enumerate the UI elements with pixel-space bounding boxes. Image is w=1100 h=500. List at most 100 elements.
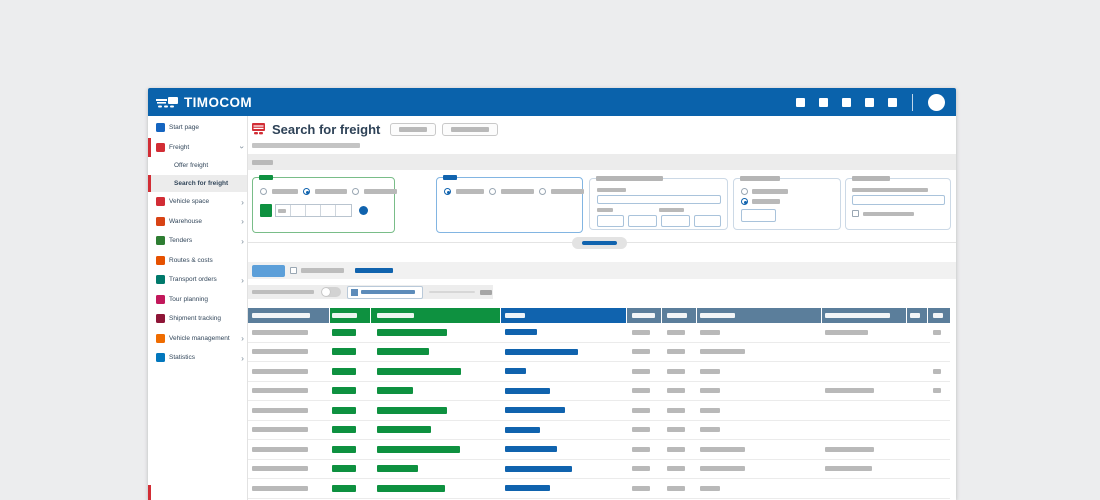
slider-track[interactable] — [429, 291, 475, 293]
radio-option-1[interactable] — [260, 188, 267, 195]
cell-col-10 — [928, 362, 950, 381]
cell-placeholder-bar — [252, 427, 308, 432]
radio-option-3[interactable] — [352, 188, 359, 195]
cell-placeholder-bar — [377, 329, 447, 336]
results-table-header — [248, 308, 950, 323]
title-action-chip-1[interactable] — [390, 123, 436, 136]
header-col-2[interactable] — [330, 308, 370, 323]
sidebar-item-vehicle-space[interactable]: Vehicle space› — [148, 192, 247, 212]
segment-cell[interactable] — [336, 205, 351, 216]
cell-placeholder-bar — [825, 388, 874, 393]
view-select-dropdown[interactable] — [347, 286, 423, 299]
small-input[interactable] — [741, 209, 776, 222]
sidebar-item-offer-freight[interactable]: Offer freight — [148, 157, 247, 175]
radio-label-placeholder — [752, 199, 780, 204]
cell-placeholder-bar — [700, 447, 745, 452]
checkbox-row — [852, 210, 914, 217]
header-label-placeholder — [332, 313, 357, 318]
header-col-6[interactable] — [662, 308, 696, 323]
sidebar-item-warehouse[interactable]: Warehouse› — [148, 212, 247, 232]
option-checkbox[interactable] — [852, 210, 859, 217]
cell-col-1 — [248, 440, 329, 459]
sidebar-item-tour-planning[interactable]: Tour planning — [148, 290, 247, 310]
header-app-icon-3[interactable] — [842, 98, 851, 107]
sidebar-item-shipment-tracking[interactable]: Shipment tracking — [148, 309, 247, 329]
cell-placeholder-bar — [252, 388, 308, 393]
header-app-icon-1[interactable] — [796, 98, 805, 107]
collapse-filters-handle[interactable] — [572, 237, 627, 249]
header-col-5[interactable] — [627, 308, 661, 323]
table-row[interactable] — [248, 362, 950, 382]
radio-label-placeholder — [456, 189, 484, 194]
radio-option-2-selected[interactable] — [741, 198, 748, 205]
cell-placeholder-bar — [252, 349, 308, 354]
table-row[interactable] — [248, 479, 950, 499]
cell-placeholder-bar — [700, 466, 745, 471]
radio-option-3[interactable] — [539, 188, 546, 195]
header-col-3[interactable] — [371, 308, 500, 323]
header-actions — [796, 94, 945, 111]
sidebar-item-tenders[interactable]: Tenders› — [148, 231, 247, 251]
cell-col-6 — [662, 382, 696, 401]
segment-cell[interactable] — [321, 205, 336, 216]
cell-col-1 — [248, 421, 329, 440]
segment-cell[interactable] — [276, 205, 291, 216]
time-input-3[interactable] — [661, 215, 690, 227]
country-flag-box — [260, 204, 272, 217]
segment-cell[interactable] — [306, 205, 321, 216]
toolbar-link-placeholder[interactable] — [355, 268, 393, 273]
radio-option-1[interactable] — [741, 188, 748, 195]
sidebar-item-transport-orders[interactable]: Transport orders› — [148, 270, 247, 290]
sidebar-item-freight[interactable]: Freight› — [148, 138, 247, 158]
title-action-chip-2[interactable] — [442, 123, 498, 136]
filter-panel-keywords — [845, 178, 951, 230]
user-avatar[interactable] — [928, 94, 945, 111]
time-input-1[interactable] — [597, 215, 624, 227]
date-range-input[interactable] — [597, 195, 721, 204]
cell-placeholder-bar — [667, 349, 685, 354]
segment-cell[interactable] — [291, 205, 306, 216]
table-row[interactable] — [248, 460, 950, 480]
sidebar-item-search-for-freight[interactable]: Search for freight — [148, 175, 247, 193]
cell-col-8 — [822, 401, 906, 420]
sidebar-item-routes-costs[interactable]: Routes & costs — [148, 251, 247, 271]
time-input-2[interactable] — [628, 215, 657, 227]
table-row[interactable] — [248, 343, 950, 363]
cell-col-3 — [371, 401, 500, 420]
cell-col-8 — [822, 362, 906, 381]
table-row[interactable] — [248, 440, 950, 460]
radio-option-2-selected[interactable] — [303, 188, 310, 195]
cell-placeholder-bar — [667, 447, 685, 452]
time-input-4[interactable] — [694, 215, 721, 227]
map-pin-button[interactable] — [359, 206, 368, 215]
header-col-10[interactable] — [928, 308, 950, 323]
cell-col-6 — [662, 362, 696, 381]
cell-col-3 — [371, 343, 500, 362]
table-row[interactable] — [248, 401, 950, 421]
sidebar-item-statistics[interactable]: Statistics› — [148, 348, 247, 368]
search-button[interactable] — [252, 265, 285, 277]
sidebar-item-vehicle-management[interactable]: Vehicle management› — [148, 329, 247, 349]
table-row[interactable] — [248, 382, 950, 402]
sidebar-item-start-page[interactable]: Start page — [148, 118, 247, 138]
header-app-icon-4[interactable] — [865, 98, 874, 107]
table-row[interactable] — [248, 421, 950, 441]
cell-col-7 — [697, 479, 821, 498]
header-col-9[interactable] — [907, 308, 927, 323]
header-col-7[interactable] — [697, 308, 821, 323]
cell-placeholder-bar — [332, 485, 356, 492]
cell-col-7 — [697, 362, 821, 381]
table-row[interactable] — [248, 323, 950, 343]
header-app-icon-5[interactable] — [888, 98, 897, 107]
postcode-segment-input[interactable] — [275, 204, 352, 217]
timocom-logo[interactable]: TIMOCOM — [156, 95, 252, 110]
radio-option-1-selected[interactable] — [444, 188, 451, 195]
header-col-8[interactable] — [822, 308, 906, 323]
header-col-4[interactable] — [501, 308, 626, 323]
radio-option-2[interactable] — [489, 188, 496, 195]
toolbar-checkbox[interactable] — [290, 267, 297, 274]
keyword-input[interactable] — [852, 195, 945, 205]
header-col-1[interactable] — [248, 308, 329, 323]
toggle-switch-off[interactable] — [321, 287, 341, 297]
header-app-icon-2[interactable] — [819, 98, 828, 107]
